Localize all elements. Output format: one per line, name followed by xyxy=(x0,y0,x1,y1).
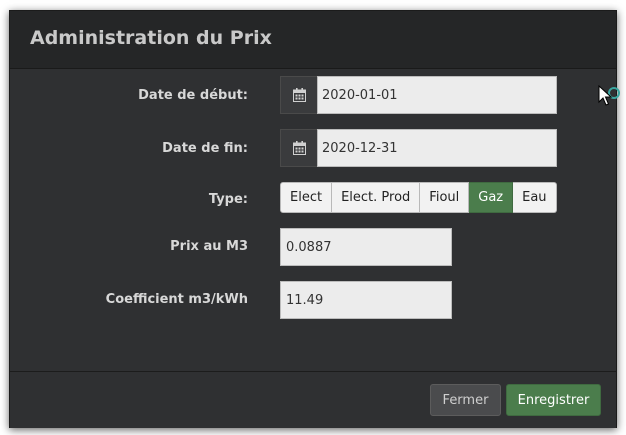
start-date-label: Date de début: xyxy=(138,88,248,103)
end-date-label: Date de fin: xyxy=(162,141,248,156)
type-button-eau[interactable]: Eau xyxy=(513,182,557,213)
price-label: Prix au M3 xyxy=(170,239,248,254)
type-button-gaz[interactable]: Gaz xyxy=(469,182,514,213)
price-input[interactable] xyxy=(280,228,452,266)
save-button[interactable]: Enregistrer xyxy=(506,384,601,416)
start-date-group xyxy=(280,76,557,114)
type-label: Type: xyxy=(208,192,248,207)
type-button-fioul[interactable]: Fioul xyxy=(420,182,470,213)
calendar-icon[interactable] xyxy=(280,76,317,114)
start-date-input[interactable] xyxy=(317,76,557,114)
coefficient-label: Coefficient m3/kWh xyxy=(105,292,248,307)
end-date-input[interactable] xyxy=(317,129,557,167)
end-date-group xyxy=(280,129,557,167)
modal-footer: Fermer Enregistrer xyxy=(10,371,616,428)
type-button-elect[interactable]: Elect xyxy=(280,182,333,213)
mouse-pointer-icon xyxy=(598,85,620,106)
type-button-group: Elect Elect. Prod Fioul Gaz Eau xyxy=(280,182,557,213)
modal-title: Administration du Prix xyxy=(30,27,272,49)
modal-header: Administration du Prix xyxy=(10,11,616,69)
type-button-elect-prod[interactable]: Elect. Prod xyxy=(332,182,421,213)
close-button[interactable]: Fermer xyxy=(430,384,501,416)
price-admin-modal: Administration du Prix Date de début: Da… xyxy=(9,10,617,428)
coefficient-input[interactable] xyxy=(280,281,452,319)
calendar-icon[interactable] xyxy=(280,129,317,167)
